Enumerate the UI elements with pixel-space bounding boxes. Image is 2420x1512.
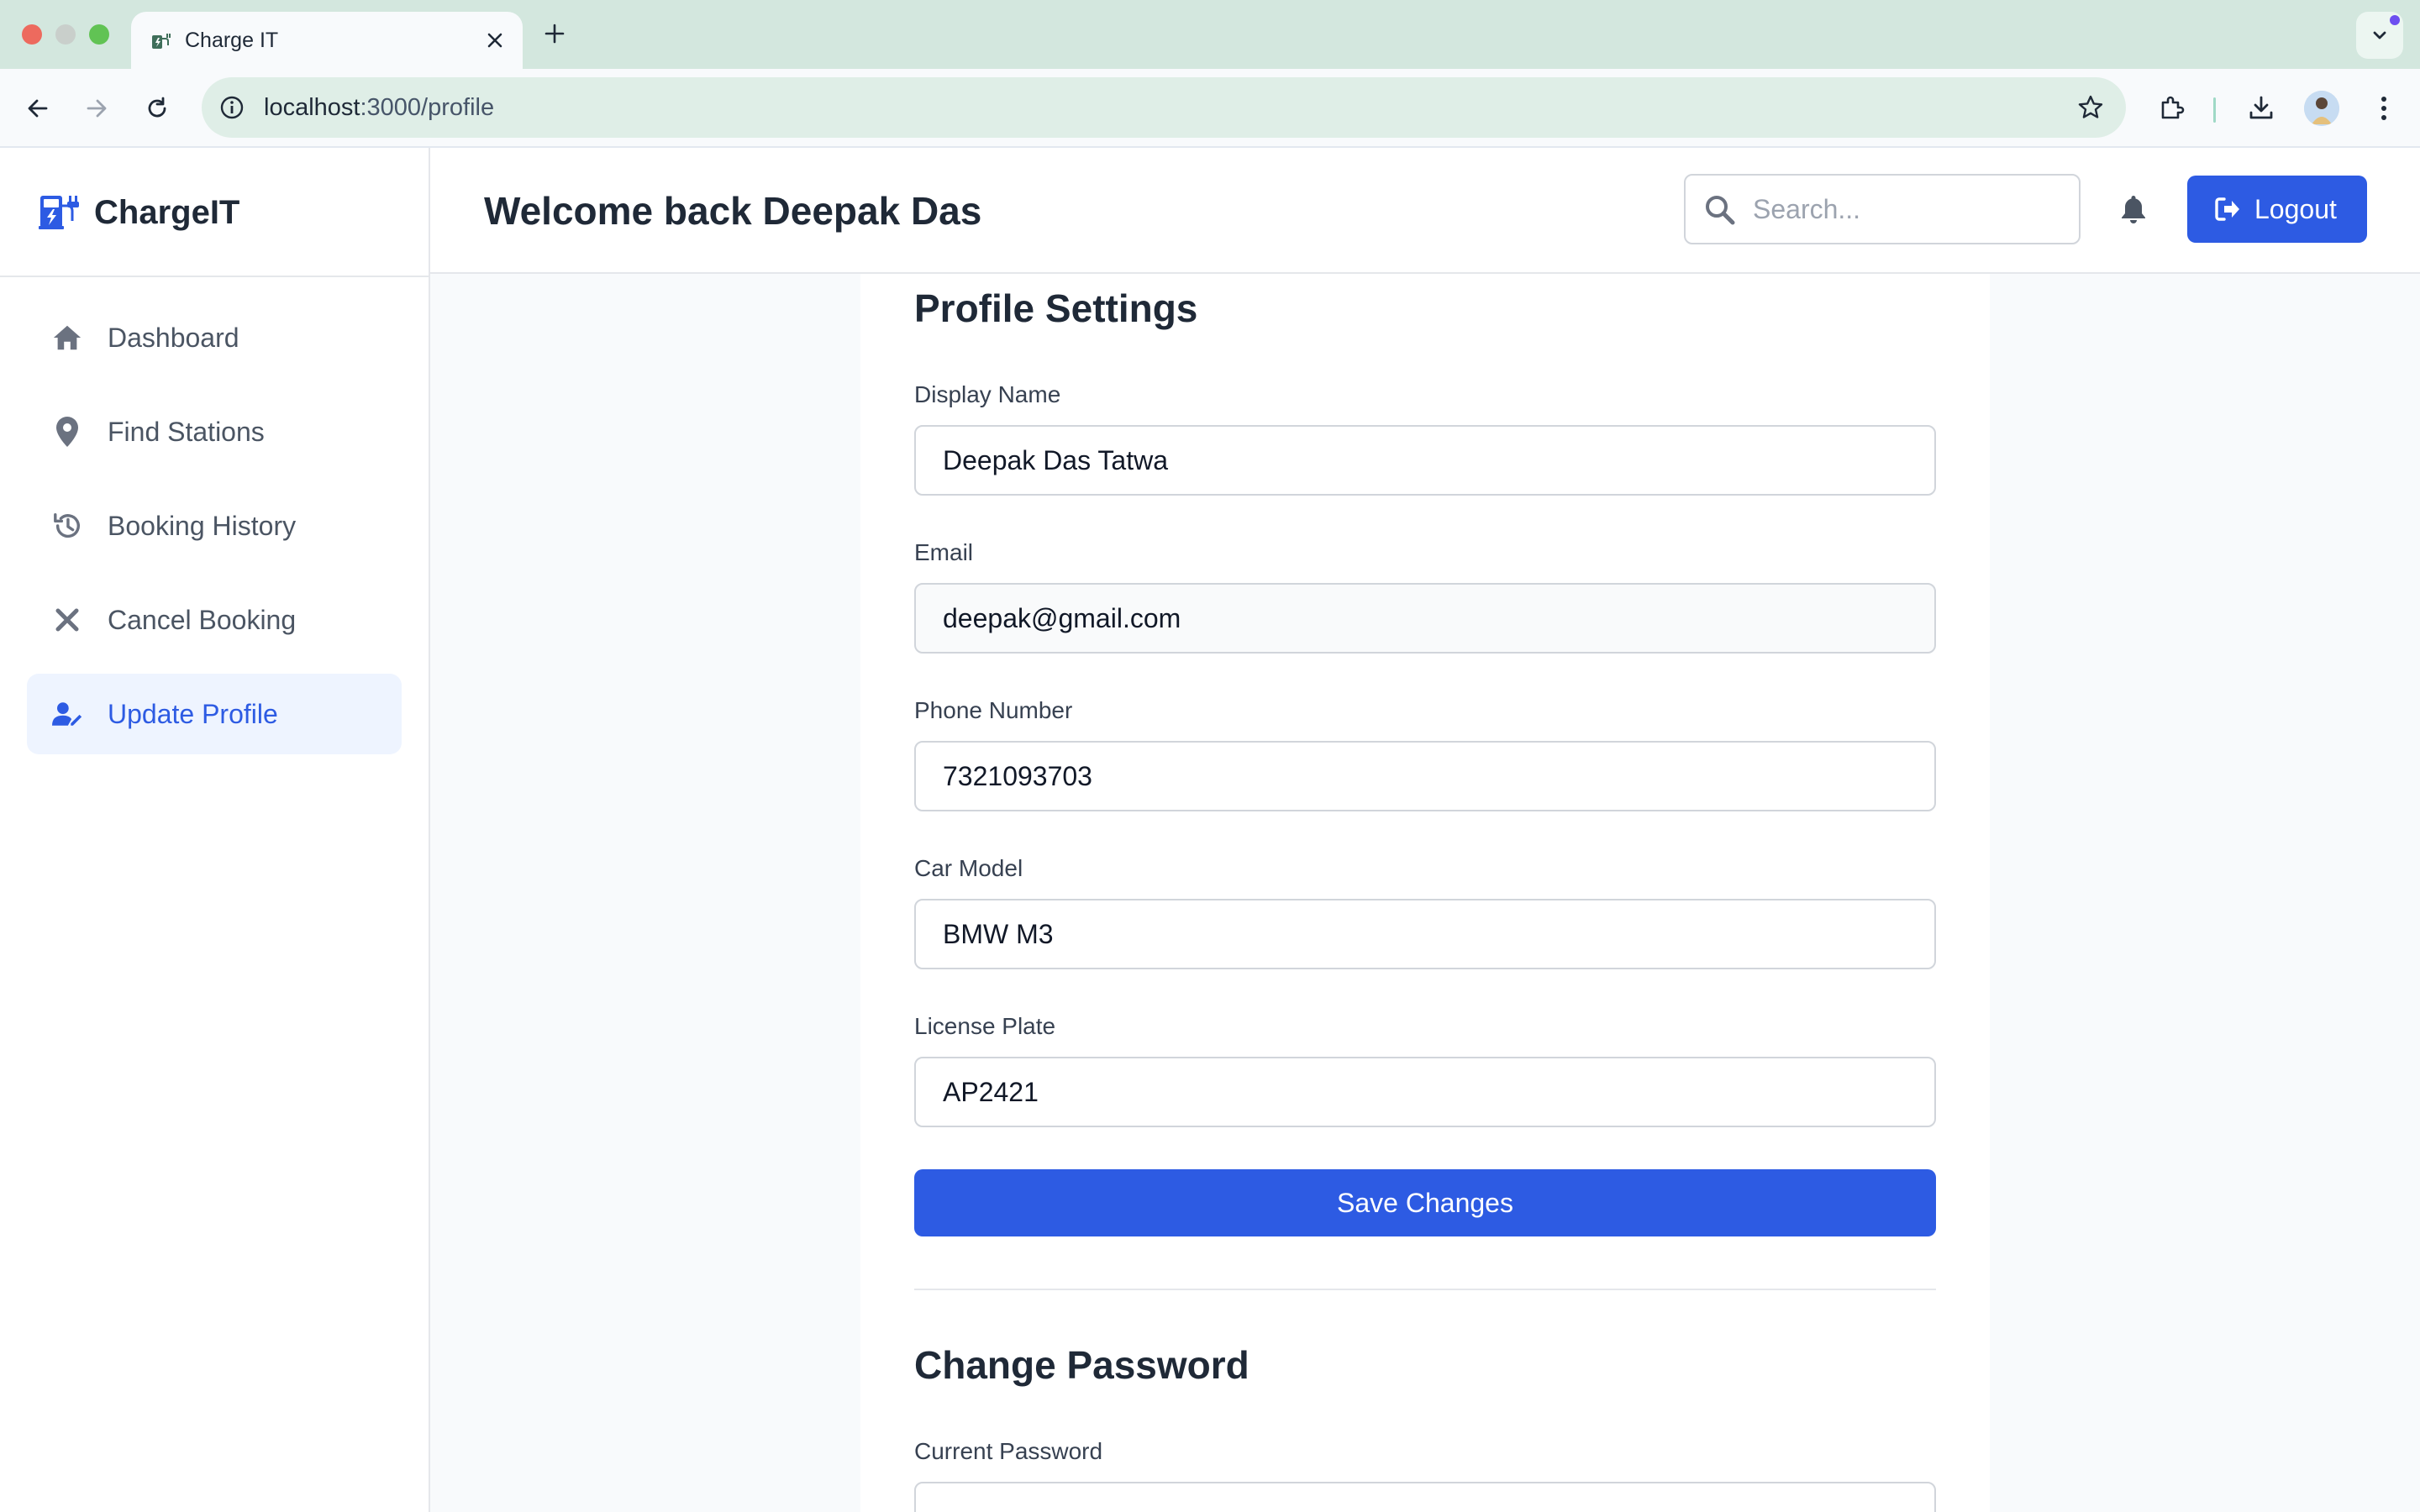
search-box[interactable] [1684,174,2081,244]
url-host: localhost [264,94,360,121]
sidebar-item-dashboard[interactable]: Dashboard [27,297,402,378]
close-icon [52,605,82,635]
sidebar-item-label: Update Profile [108,699,278,729]
change-password-title: Change Password [914,1343,1249,1387]
tab-title: Charge IT [185,29,279,52]
sidebar-item-update-profile[interactable]: Update Profile [27,674,402,754]
bell-icon[interactable] [2116,192,2151,227]
sidebar-nav: Dashboard Find Stations Booking History … [27,297,402,768]
car-model-label: Car Model [914,855,1023,881]
profile-settings-title: Profile Settings [914,286,1198,330]
logout-label: Logout [2254,194,2337,224]
kebab-menu-icon[interactable] [2363,87,2405,129]
car-model-input[interactable] [914,899,1936,969]
user-edit-icon [52,699,82,729]
phone-number-input[interactable] [914,741,1936,811]
tab-close-icon[interactable] [481,26,509,55]
download-icon[interactable] [2240,87,2282,129]
bookmark-star-icon[interactable] [2074,91,2107,124]
window-maximize-button[interactable] [89,24,109,45]
sidebar-item-booking-history[interactable]: Booking History [27,486,402,566]
charger-favicon-icon [152,34,171,49]
address-bar[interactable]: localhost:3000/profile [202,77,2126,138]
logout-button[interactable]: Logout [2187,176,2367,243]
ev-charger-logo-icon [39,196,79,229]
history-icon [52,511,82,541]
site-info-icon[interactable] [215,91,249,124]
sidebar-item-label: Find Stations [108,417,265,447]
main-content: Profile Settings Display Name Email Phon… [430,274,2420,1512]
home-icon [52,323,82,353]
notification-dot [2390,15,2400,25]
sidebar-item-label: Booking History [108,511,297,541]
profile-avatar[interactable] [2301,87,2343,129]
app-root: ChargeIT Dashboard Find Stations Booking… [0,148,2420,1512]
license-plate-input[interactable] [914,1057,1936,1127]
avatar-image [2304,91,2339,126]
sidebar-item-cancel-booking[interactable]: Cancel Booking [27,580,402,660]
sidebar-item-label: Dashboard [108,323,239,353]
sidebar: ChargeIT Dashboard Find Stations Booking… [0,148,430,1512]
tab-search-button[interactable] [2356,12,2403,59]
browser-tab-strip: Charge IT [0,0,2420,69]
new-tab-plus-icon[interactable] [538,17,571,50]
page-title: Welcome back Deepak Das [484,189,982,233]
current-password-label: Current Password [914,1438,1103,1464]
search-input[interactable] [1753,184,2064,234]
brand[interactable]: ChargeIT [0,148,429,277]
forward-arrow-icon[interactable] [76,87,118,129]
browser-toolbar: localhost:3000/profile [0,69,2420,148]
url-text: localhost:3000/profile [264,77,494,138]
chevron-down-icon [2373,31,2386,39]
top-header: Welcome back Deepak Das Logout [430,148,2420,274]
profile-card: Profile Settings Display Name Email Phon… [860,274,1990,1512]
sign-out-icon [2215,197,2239,221]
window-close-button[interactable] [22,24,42,45]
extensions-puzzle-icon[interactable] [2151,87,2193,129]
sidebar-item-find-stations[interactable]: Find Stations [27,391,402,472]
url-path: :3000/profile [360,94,495,121]
browser-tab-active[interactable]: Charge IT [131,12,523,69]
phone-number-label: Phone Number [914,697,1073,723]
window-minimize-button[interactable] [55,24,76,45]
section-divider [914,1289,1936,1290]
display-name-input[interactable] [914,425,1936,496]
map-pin-icon [52,417,82,447]
save-changes-button[interactable]: Save Changes [914,1169,1936,1236]
toolbar-separator [2213,97,2216,123]
display-name-label: Display Name [914,381,1061,407]
license-plate-label: License Plate [914,1013,1056,1039]
current-password-input[interactable] [914,1482,1936,1512]
back-arrow-icon[interactable] [17,87,59,129]
sidebar-item-label: Cancel Booking [108,605,297,635]
search-icon [1706,196,1735,225]
reload-icon[interactable] [136,87,178,129]
brand-name: ChargeIT [94,194,240,231]
email-field[interactable] [914,583,1936,654]
email-label: Email [914,539,974,565]
